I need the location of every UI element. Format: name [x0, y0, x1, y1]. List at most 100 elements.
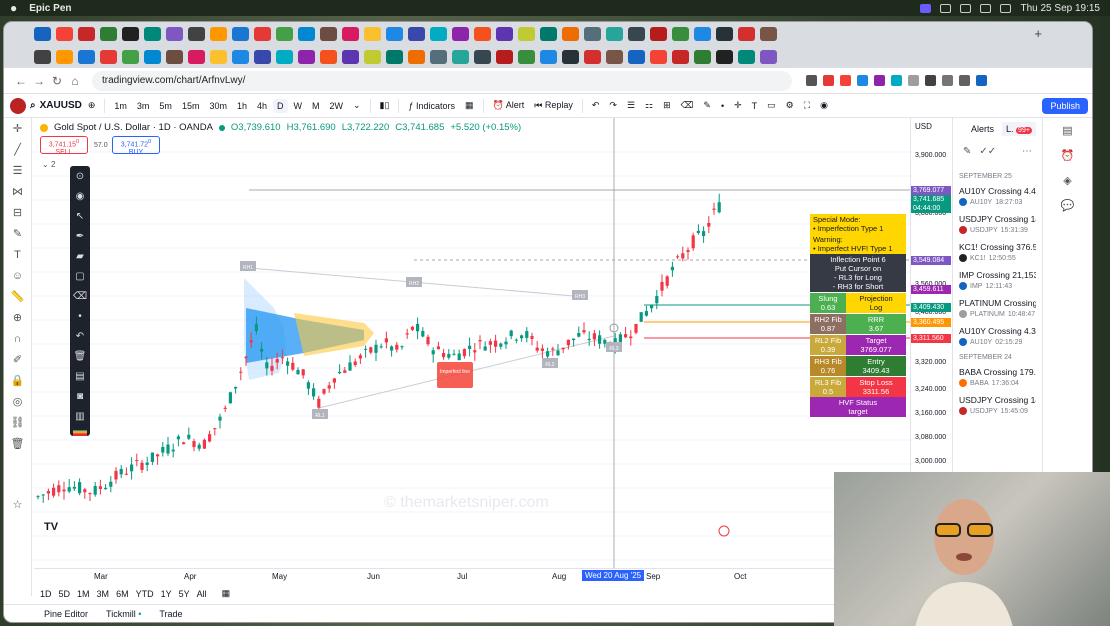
currency-select[interactable]: USD: [915, 122, 932, 131]
browser-tab[interactable]: [584, 50, 601, 64]
dot-icon[interactable]: •: [73, 310, 87, 324]
browser-tab[interactable]: [364, 50, 381, 64]
browser-tab[interactable]: [144, 50, 161, 64]
chart-area[interactable]: Imperfect line RH1 RH2 RH3 RL1 RL2 RL3 T…: [34, 118, 910, 568]
imperfect-line-note[interactable]: [437, 362, 473, 388]
wifi-icon[interactable]: [1000, 3, 1012, 13]
pen-icon[interactable]: ✎: [699, 98, 715, 113]
browser-tab[interactable]: [144, 27, 161, 41]
watchlist-icon[interactable]: ▤: [1062, 124, 1072, 137]
clock[interactable]: Thu 25 Sep 19:15: [1020, 3, 1100, 14]
interval-30m[interactable]: 30m: [205, 99, 231, 113]
browser-tab[interactable]: [518, 50, 535, 64]
browser-tab[interactable]: [34, 50, 51, 64]
trend-line-icon[interactable]: ╱: [11, 143, 25, 157]
brush-icon[interactable]: ✎: [11, 227, 25, 241]
extension-icon[interactable]: [908, 75, 919, 86]
zoom-icon[interactable]: ⊕: [11, 311, 25, 325]
browser-tab[interactable]: [760, 50, 777, 64]
browser-tab[interactable]: [276, 27, 293, 41]
browser-tab[interactable]: [100, 50, 117, 64]
alert-item[interactable]: AU10Y Crossing 4.401% AU10Y18:27:03: [959, 186, 1036, 206]
alarm-icon[interactable]: ⏰: [1061, 149, 1075, 162]
extension-icon[interactable]: [942, 75, 953, 86]
extension-icon[interactable]: [806, 75, 817, 86]
interval-3m[interactable]: 3m: [133, 99, 154, 113]
interval-1m[interactable]: 1m: [110, 99, 131, 113]
emoji-icon[interactable]: ☺: [11, 269, 25, 283]
alert-item[interactable]: USDJPY Crossing 148... USDJPY15:45:09: [959, 395, 1036, 415]
extension-icon[interactable]: [874, 75, 885, 86]
eraser-icon[interactable]: ⌫: [73, 290, 87, 304]
reload-icon[interactable]: ↻: [48, 74, 66, 88]
buy-button[interactable]: 3,741.720 BUY: [112, 136, 160, 156]
browser-tab[interactable]: [760, 27, 777, 41]
browser-tab[interactable]: [474, 27, 491, 41]
browser-tab[interactable]: [386, 27, 403, 41]
browser-tab[interactable]: [628, 50, 645, 64]
rectangle-icon[interactable]: ▢: [73, 270, 87, 284]
browser-tab[interactable]: [672, 50, 689, 64]
trash-icon[interactable]: 🗑: [11, 437, 25, 451]
clipboard-icon[interactable]: ▥: [73, 410, 87, 424]
indicators-collapse[interactable]: ⌄ 2: [42, 160, 55, 169]
browser-tab[interactable]: [276, 50, 293, 64]
camera-icon[interactable]: ◉: [816, 98, 832, 113]
browser-tab[interactable]: [474, 50, 491, 64]
browser-tab[interactable]: [254, 27, 271, 41]
alert-item[interactable]: KC1! Crossing 376.55 KC1! 12:50:55: [959, 242, 1036, 262]
eye-icon[interactable]: ◎: [11, 395, 25, 409]
browser-tab[interactable]: [298, 27, 315, 41]
browser-tab[interactable]: [540, 50, 557, 64]
range-5y[interactable]: 5Y: [179, 589, 190, 599]
check-icon[interactable]: ✓✓: [979, 146, 996, 157]
browser-tab[interactable]: [122, 27, 139, 41]
templates-icon[interactable]: ▦: [461, 98, 478, 113]
brush-icon[interactable]: ✎: [963, 146, 971, 157]
redo-icon[interactable]: ↷: [605, 98, 621, 113]
trash-icon[interactable]: 🗑: [73, 350, 87, 364]
more-icon[interactable]: ⋯: [1022, 146, 1032, 157]
extension-icon[interactable]: [959, 75, 970, 86]
link-icon[interactable]: ⛓: [11, 416, 25, 430]
interval-w[interactable]: W: [290, 99, 307, 113]
apple-icon[interactable]: ●: [10, 1, 17, 15]
battery-icon[interactable]: [980, 3, 992, 13]
magnet-icon[interactable]: ∩: [11, 332, 25, 346]
home-icon[interactable]: ⌂: [66, 74, 84, 88]
browser-tab[interactable]: [672, 27, 689, 41]
extension-icon[interactable]: [891, 75, 902, 86]
alert-item[interactable]: USDJPY Crossing 149... USDJPY15:31:39: [959, 214, 1036, 234]
browser-tab[interactable]: [496, 27, 513, 41]
crosshair-icon[interactable]: ✛: [730, 98, 746, 113]
fib-icon[interactable]: ☰: [11, 164, 25, 178]
browser-tab[interactable]: [408, 27, 425, 41]
undo-icon[interactable]: ↶: [73, 330, 87, 344]
ruler-icon[interactable]: 📏: [11, 290, 25, 304]
eye-icon[interactable]: ◉: [73, 190, 87, 204]
pattern-icon[interactable]: ⋈: [11, 185, 25, 199]
browser-tab[interactable]: [606, 27, 623, 41]
pen-logo-icon[interactable]: ⊙: [73, 170, 87, 184]
camera-icon[interactable]: ◙: [73, 390, 87, 404]
browser-tab[interactable]: [232, 27, 249, 41]
browser-tab[interactable]: [738, 50, 755, 64]
text-icon[interactable]: T: [748, 99, 762, 113]
range-6m[interactable]: 6M: [116, 589, 129, 599]
chevron-down-icon[interactable]: ⌄: [349, 98, 365, 113]
browser-tab[interactable]: [342, 50, 359, 64]
interval-15m[interactable]: 15m: [178, 99, 204, 113]
pen-icon[interactable]: ✒: [73, 230, 87, 244]
browser-tab[interactable]: [232, 50, 249, 64]
browser-tab[interactable]: [716, 50, 733, 64]
candles-icon[interactable]: ▮▯: [376, 98, 394, 113]
range-all[interactable]: All: [197, 589, 207, 599]
forward-icon[interactable]: →: [30, 74, 48, 88]
range-3m[interactable]: 3M: [97, 589, 110, 599]
interval-1h[interactable]: 1h: [233, 99, 251, 113]
avatar[interactable]: [10, 97, 26, 114]
sell-button[interactable]: 3,741.150 SELL: [40, 136, 88, 156]
alert-button[interactable]: ⏰ Alert: [489, 98, 529, 113]
text-icon[interactable]: T: [11, 248, 25, 262]
browser-tab[interactable]: [562, 50, 579, 64]
